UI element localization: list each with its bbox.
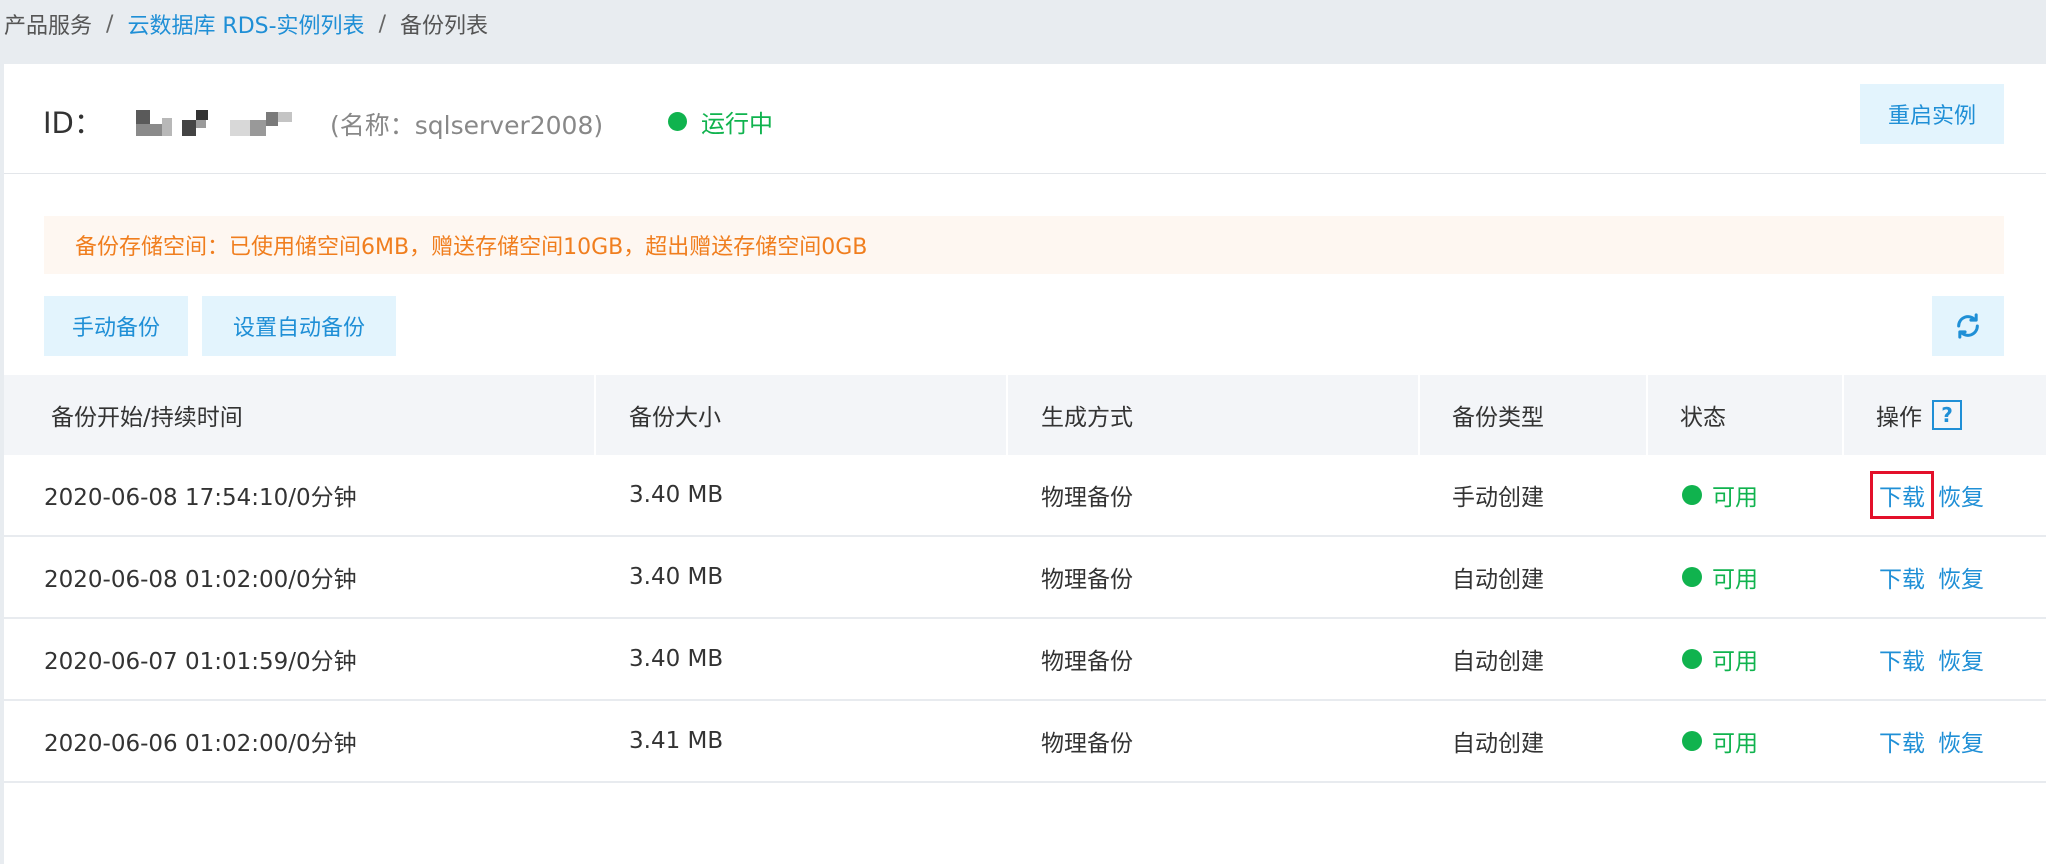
col-status: 状态 [1680, 405, 1726, 431]
auto-backup-settings-button[interactable]: 设置自动备份 [202, 296, 396, 356]
backup-table: 备份开始/持续时间 备份大小 生成方式 备份类型 状态 操作 ? 2020-06… [4, 375, 2046, 783]
backup-status-label: 可用 [1712, 485, 1758, 511]
restore-link[interactable]: 恢复 [1938, 560, 1984, 594]
help-icon[interactable]: ? [1932, 400, 1962, 430]
backup-time: 2020-06-06 01:02:00/0分钟 [44, 731, 357, 757]
backup-status: 可用 [1682, 537, 1758, 617]
col-type: 备份类型 [1452, 405, 1544, 431]
breadcrumb-current: 备份列表 [399, 14, 488, 39]
instance-header: ID： (名称：sqlserver2008) 运行中 重启实例 [4, 64, 2046, 174]
backup-method: 物理备份 [1041, 649, 1133, 675]
breadcrumb-separator: / [106, 11, 114, 37]
table-header: 备份开始/持续时间 备份大小 生成方式 备份类型 状态 操作 ? [4, 375, 2046, 455]
backup-size: 3.40 MB [629, 564, 724, 590]
refresh-icon [1957, 313, 1979, 339]
col-actions: 操作 ? [1876, 375, 1962, 455]
backup-time: 2020-06-07 01:01:59/0分钟 [44, 649, 357, 675]
instance-status-label: 运行中 [701, 110, 773, 138]
row-actions: 下载 恢复 [1876, 701, 1984, 781]
backup-size: 3.40 MB [629, 482, 724, 508]
backup-method: 物理备份 [1041, 567, 1133, 593]
breadcrumb-separator: / [378, 11, 386, 37]
backup-size: 3.41 MB [629, 728, 724, 754]
manual-backup-button[interactable]: 手动备份 [44, 296, 188, 356]
download-link[interactable]: 下载 [1870, 553, 1934, 601]
backup-size: 3.40 MB [629, 646, 724, 672]
row-actions: 下载 恢复 [1876, 619, 1984, 699]
restart-instance-button[interactable]: 重启实例 [1860, 84, 2004, 144]
table-row: 2020-06-08 01:02:00/0分钟 3.40 MB 物理备份 自动创… [4, 537, 2046, 619]
backup-type: 自动创建 [1452, 649, 1544, 675]
col-method: 生成方式 [1041, 405, 1133, 431]
breadcrumb-rds-list[interactable]: 云数据库 RDS-实例列表 [127, 8, 364, 40]
col-size: 备份大小 [629, 405, 721, 431]
row-actions: 下载 恢复 [1876, 537, 1984, 617]
backup-storage-notice: 备份存储空间：已使用储空间6MB，赠送存储空间10GB，超出赠送存储空间0GB [44, 216, 2004, 274]
download-link[interactable]: 下载 [1870, 717, 1934, 765]
breadcrumb-products[interactable]: 产品服务 [4, 8, 92, 40]
backup-status: 可用 [1682, 455, 1758, 535]
status-dot-icon [1682, 485, 1702, 505]
masked-instance-id [130, 106, 310, 140]
backup-status: 可用 [1682, 619, 1758, 699]
instance-status: 运行中 [668, 104, 773, 139]
status-dot-icon [668, 112, 687, 131]
backup-time: 2020-06-08 17:54:10/0分钟 [44, 485, 357, 511]
id-label: ID： [43, 106, 103, 140]
col-actions-label: 操作 [1876, 405, 1922, 431]
backup-status-label: 可用 [1712, 649, 1758, 675]
col-time: 备份开始/持续时间 [51, 405, 243, 431]
backup-type: 自动创建 [1452, 731, 1544, 757]
status-dot-icon [1682, 567, 1702, 587]
row-actions: 下载 恢复 [1870, 455, 1984, 535]
breadcrumb: 产品服务 / 云数据库 RDS-实例列表 / 备份列表 [4, 8, 488, 40]
refresh-button[interactable] [1932, 296, 2004, 356]
restore-link[interactable]: 恢复 [1938, 642, 1984, 676]
status-dot-icon [1682, 649, 1702, 669]
status-dot-icon [1682, 731, 1702, 751]
backup-method: 物理备份 [1041, 485, 1133, 511]
backup-status: 可用 [1682, 701, 1758, 781]
backup-method: 物理备份 [1041, 731, 1133, 757]
backup-type: 自动创建 [1452, 567, 1544, 593]
restore-link[interactable]: 恢复 [1938, 478, 1984, 512]
download-link[interactable]: 下载 [1870, 635, 1934, 683]
backup-type: 手动创建 [1452, 485, 1544, 511]
table-row: 2020-06-07 01:01:59/0分钟 3.40 MB 物理备份 自动创… [4, 619, 2046, 701]
table-row: 2020-06-06 01:02:00/0分钟 3.41 MB 物理备份 自动创… [4, 701, 2046, 783]
instance-name: (名称：sqlserver2008) [330, 111, 604, 140]
backup-time: 2020-06-08 01:02:00/0分钟 [44, 567, 357, 593]
backup-status-label: 可用 [1712, 567, 1758, 593]
download-link[interactable]: 下载 [1870, 471, 1934, 519]
table-row: 2020-06-08 17:54:10/0分钟 3.40 MB 物理备份 手动创… [4, 455, 2046, 537]
restore-link[interactable]: 恢复 [1938, 724, 1984, 758]
backup-status-label: 可用 [1712, 731, 1758, 757]
main-panel: ID： (名称：sqlserver2008) 运行中 重启实例 备份存储空间：已… [4, 64, 2046, 864]
